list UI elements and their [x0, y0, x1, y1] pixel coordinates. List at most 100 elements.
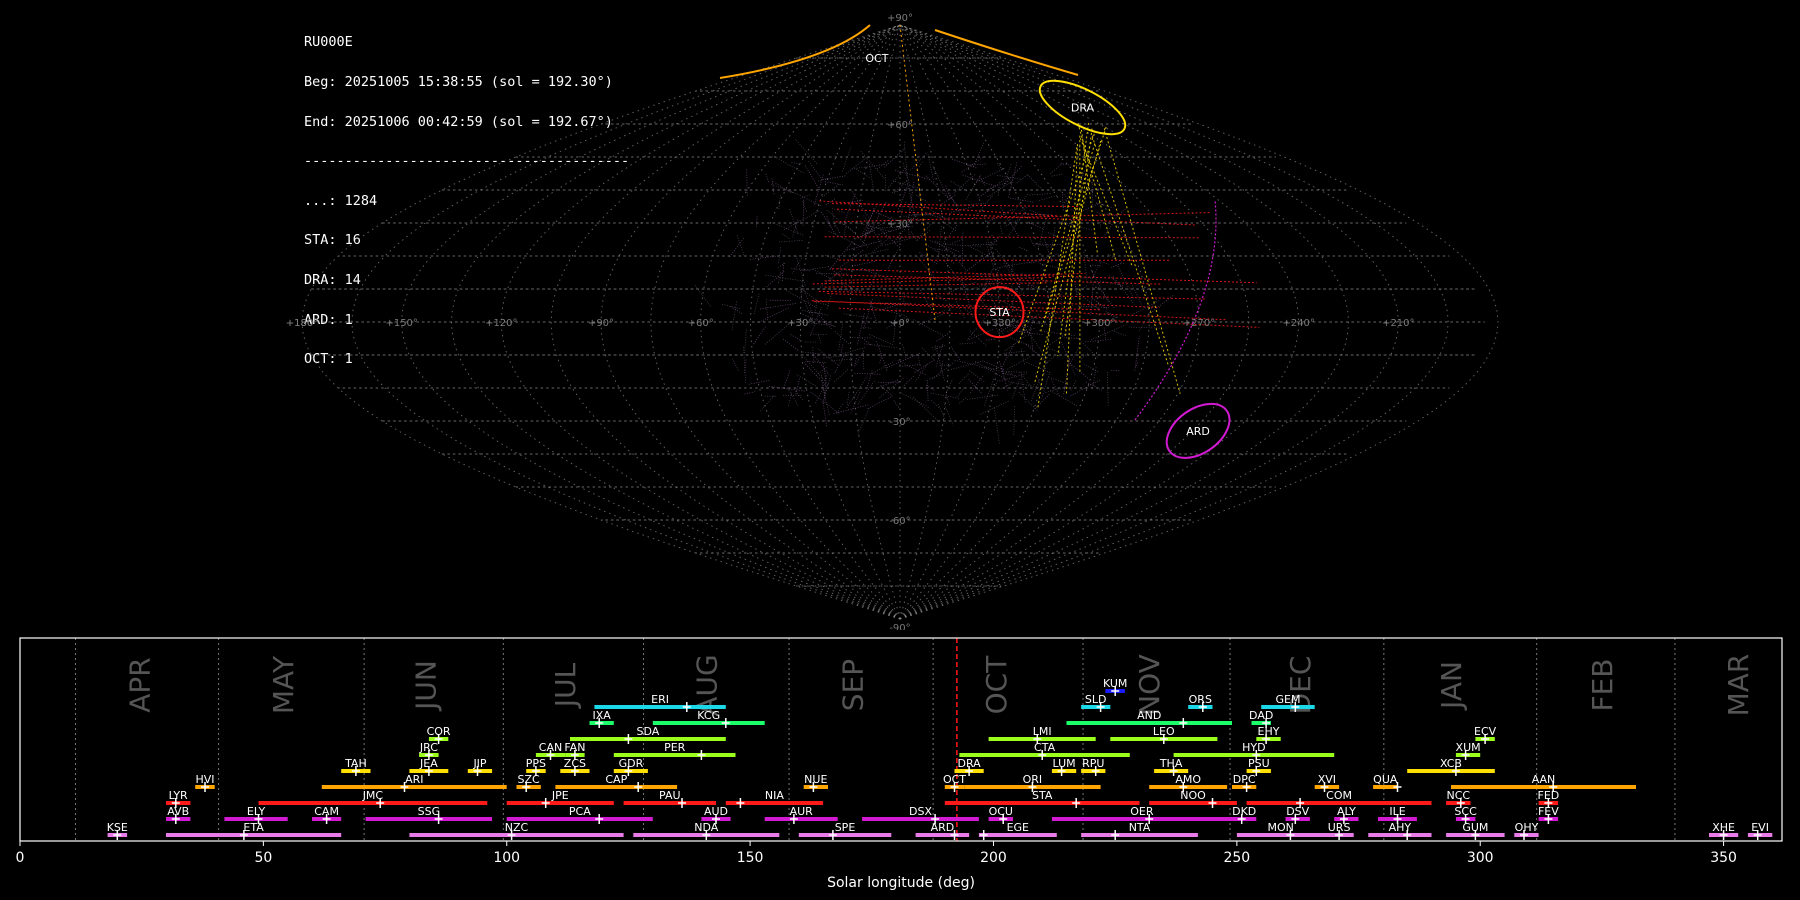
sporadic-trail: [1091, 176, 1094, 208]
sporadic-trail: [944, 404, 954, 426]
sporadic-trail: [1038, 244, 1052, 247]
sporadic-trail: [1051, 379, 1061, 398]
sporadic-trail: [788, 189, 822, 207]
shower-label: NIA: [765, 789, 784, 802]
sporadic-trail: [993, 379, 999, 389]
sporadic-trail: [927, 152, 935, 183]
shower-label: XHE: [1712, 821, 1735, 834]
longitude-tick-label: +0°: [890, 318, 910, 329]
sporadic-trail: [850, 189, 871, 221]
sporadic-trail: [834, 330, 849, 345]
sporadic-trail: [1028, 317, 1035, 336]
sporadic-trail: [916, 230, 931, 241]
shower-label: ORS: [1189, 693, 1212, 706]
shower-label: ERI: [651, 693, 669, 706]
sporadic-trail: [731, 301, 737, 331]
sporadic-trail: [884, 147, 906, 168]
sporadic-trail: [919, 252, 938, 265]
sporadic-trail: [868, 201, 887, 235]
sporadic-trail: [1118, 207, 1128, 216]
sporadic-trail: [1089, 262, 1101, 284]
sporadic-trail: [732, 358, 739, 371]
sporadic-trail: [915, 364, 928, 382]
shower-label: CTA: [1034, 741, 1056, 754]
sporadic-trail: [744, 359, 747, 373]
sporadic-trail: [974, 360, 1007, 380]
sporadic-trail: [926, 379, 929, 402]
radiant-label: DRA: [1071, 102, 1095, 115]
shower-label: PSU: [1248, 757, 1270, 770]
x-axis: 0 50 100 150 200 250 300 350 Solar longitude (de…: [16, 841, 1737, 891]
sporadic-trail: [876, 159, 890, 170]
shower-label: DSV: [1286, 805, 1309, 818]
shower-label: FED: [1538, 789, 1560, 802]
latitude-tick-label: -30°: [889, 417, 910, 428]
sporadic-trail: [1113, 330, 1127, 337]
sporadic-trail: [977, 179, 1005, 199]
shower-label: RPU: [1082, 757, 1104, 770]
shower-label: JMC: [362, 789, 384, 802]
sporadic-trail: [857, 408, 870, 436]
sporadic-trail: [1110, 263, 1122, 268]
dra-trail: [1039, 143, 1096, 333]
sporadic-trail: [884, 236, 917, 246]
sporadic-trail: [859, 150, 885, 179]
x-tick-label: 100: [493, 850, 520, 866]
sporadic-trail: [1038, 330, 1076, 337]
sporadic-trail: [970, 331, 987, 346]
shower-label: HYD: [1242, 741, 1265, 754]
shower-label: NDA: [694, 821, 719, 834]
sporadic-trail: [931, 362, 955, 380]
sporadic-trail: [970, 375, 983, 394]
sporadic-trail: [930, 399, 940, 408]
sta-trail: [824, 236, 1199, 239]
latitude-tick-label: +30°: [887, 219, 913, 230]
sporadic-trail: [786, 387, 800, 407]
sporadic-trail: [893, 400, 900, 409]
sporadic-trail: [1051, 173, 1064, 177]
shower-label: KSE: [107, 821, 128, 834]
shower-label: NUE: [804, 773, 827, 786]
sporadic-trail: [801, 281, 814, 316]
sporadic-trail: [867, 395, 893, 409]
month-label: JAN: [1435, 661, 1468, 711]
x-tick-label: 300: [1467, 850, 1494, 866]
shower-label: JIP: [472, 757, 486, 770]
shower-label: JEA: [419, 757, 438, 770]
sporadic-trail: [828, 230, 862, 248]
shower-label: FEV: [1538, 805, 1559, 818]
sky-map: STADRAARDOCT +180° +150° +120° +90° +60° +30°…: [286, 13, 1499, 630]
sporadic-trail: [1050, 226, 1056, 254]
sporadic-trail: [978, 366, 1013, 374]
longitude-tick-label: +90°: [588, 318, 614, 329]
sporadic-trail: [887, 250, 898, 269]
sporadic-trail: [967, 378, 982, 394]
sporadic-trail: [835, 403, 843, 415]
shower-label: DRA: [957, 757, 981, 770]
shower-label: CAP: [605, 773, 627, 786]
sporadic-trail: [900, 205, 904, 218]
sporadic-trail: [1013, 406, 1015, 436]
sporadic-trail: [982, 360, 1004, 370]
sporadic-trail: [795, 378, 800, 395]
shower-label: AUD: [704, 805, 728, 818]
shower-label: XUM: [1456, 741, 1481, 754]
sporadic-trail: [880, 384, 893, 397]
sporadic-trail: [824, 175, 846, 180]
month-label: JUL: [549, 662, 582, 709]
sporadic-trail: [822, 375, 832, 404]
sporadic-trail: [855, 168, 871, 179]
sporadic-trail: [842, 147, 852, 172]
sporadic-trail: [902, 375, 914, 388]
sporadic-trail: [1092, 264, 1103, 267]
sporadic-trail: [823, 354, 851, 359]
month-label: MAY: [267, 655, 300, 714]
sporadic-trail: [965, 282, 988, 293]
month-label: NOV: [1133, 654, 1166, 716]
sporadic-trail: [757, 307, 789, 324]
sporadic-trail: [976, 293, 990, 313]
sporadic-trail: [913, 396, 940, 422]
sporadic-trail: [771, 178, 775, 196]
dra-trail: [1065, 144, 1079, 395]
shower-label: SZC: [517, 773, 540, 786]
